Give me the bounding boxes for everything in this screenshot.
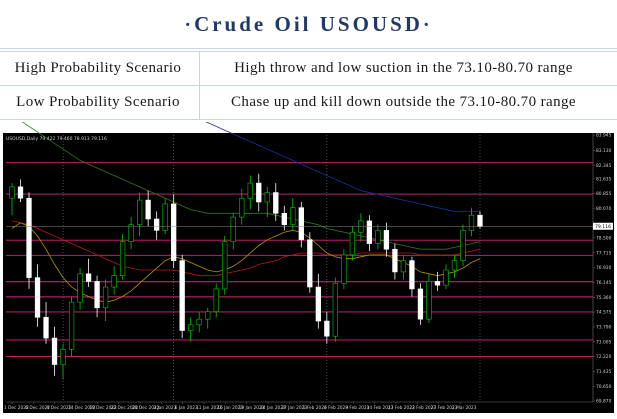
candle-bull xyxy=(188,324,194,331)
candle-bull xyxy=(119,241,126,277)
candle-bull xyxy=(375,230,381,244)
candle-bear xyxy=(17,186,24,199)
title-text: Crude Oil USOUSD xyxy=(194,11,423,36)
title-left-dot: · xyxy=(184,13,195,36)
candle-bull xyxy=(128,224,134,242)
candle-bear xyxy=(34,277,41,318)
candle-bear xyxy=(51,337,58,365)
title-right-dot: · xyxy=(422,13,433,36)
candle-bull xyxy=(264,192,270,203)
candle-bull xyxy=(247,182,253,199)
candle-bull xyxy=(205,311,211,320)
candle-bear xyxy=(85,273,92,282)
candle-bull xyxy=(358,220,364,233)
candle-bull xyxy=(60,349,66,365)
price-label: 78.500 xyxy=(596,236,612,242)
column-divider xyxy=(199,52,200,85)
candle-bear xyxy=(179,260,185,331)
candle-bear xyxy=(324,320,330,337)
price-chart[interactable]: 79.116 83.945 83.130 82.345 81.635 80.855 80.0… xyxy=(0,48,617,415)
column-divider xyxy=(199,86,200,119)
candle-bear xyxy=(315,286,321,322)
candle-bear xyxy=(298,207,304,241)
candle-bull xyxy=(349,231,356,256)
candle-bear xyxy=(256,182,262,203)
candle-bear xyxy=(417,288,424,320)
candle-bull xyxy=(222,241,228,290)
price-label: 73.005 xyxy=(596,339,612,345)
candle-bull xyxy=(213,288,219,312)
date-label: 3 Jan 2023 xyxy=(153,405,176,411)
candle-bear xyxy=(171,203,177,261)
price-label: 80.855 xyxy=(596,191,612,197)
scenario-table: High Probability Scenario High throw and… xyxy=(0,51,617,120)
candle-bull xyxy=(9,186,15,199)
scenario-label-high: High Probability Scenario xyxy=(14,60,182,76)
candle-bull xyxy=(426,281,432,320)
title-bar: ·Crude Oil USOUSD· xyxy=(0,0,617,49)
candle-bear xyxy=(307,239,313,288)
candle-bear xyxy=(94,281,100,309)
price-label: 77.715 xyxy=(596,250,612,256)
candle-bull xyxy=(451,260,458,271)
candle-bear xyxy=(366,220,373,244)
candle-bull xyxy=(290,207,296,225)
current-price-label: 79.116 xyxy=(595,224,611,230)
candle-bear xyxy=(154,218,160,231)
price-label: 75.360 xyxy=(596,295,612,301)
candle-bear xyxy=(477,214,483,227)
candle-bull xyxy=(400,260,407,273)
candle-bear xyxy=(43,316,49,339)
price-label: 81.635 xyxy=(596,176,612,182)
page: ·Crude Oil USOUSD· High Probability Scen… xyxy=(0,0,617,415)
price-label: 74.575 xyxy=(596,310,612,316)
candle-bull xyxy=(68,301,75,350)
price-label: 82.345 xyxy=(596,163,612,169)
symbol-info: USOUSD,Daily 79.422 79.460 78.913 79.116 xyxy=(6,136,107,142)
date-label: 6 Jan 2023 xyxy=(175,405,198,411)
page-title: ·Crude Oil USOUSD· xyxy=(184,12,432,37)
price-label: 70.650 xyxy=(596,384,612,390)
price-label: 72.220 xyxy=(596,354,612,360)
candle-bull xyxy=(239,197,245,218)
scenario-text-low: Chase up and kill down outside the 73.10… xyxy=(231,94,576,110)
candle-bear xyxy=(383,230,390,250)
price-label: 83.945 xyxy=(596,133,612,139)
candle-bull xyxy=(443,269,449,286)
candle-bear xyxy=(409,260,415,290)
candle-bear xyxy=(434,281,441,286)
price-label: 73.790 xyxy=(596,325,612,331)
price-label: 69.870 xyxy=(596,399,612,405)
scenario-label-low: Low Probability Scenario xyxy=(16,94,180,110)
candle-bear xyxy=(26,197,32,278)
scenario-text-high: High throw and low suction in the 73.10-… xyxy=(234,60,573,76)
candle-bear xyxy=(392,248,398,273)
price-label: 83.130 xyxy=(596,148,612,154)
price-label: 76.930 xyxy=(596,265,612,271)
candle-bear xyxy=(281,213,287,225)
candle-bull xyxy=(460,230,466,261)
candle-bull xyxy=(111,275,117,288)
candle-bull xyxy=(77,273,83,303)
price-chart-frame: 79.116 83.945 83.130 82.345 81.635 80.855 80.0… xyxy=(0,48,617,415)
price-label: 76.145 xyxy=(596,280,612,286)
price-label: 71.435 xyxy=(596,369,612,375)
candle-bear xyxy=(273,192,279,214)
candle-bull xyxy=(341,254,347,284)
candle-bull xyxy=(102,286,109,309)
candle-bull xyxy=(136,199,143,225)
scenario-row-low: Low Probability Scenario Chase up and ki… xyxy=(0,86,617,120)
candle-bull xyxy=(230,216,236,242)
candle-bull xyxy=(196,318,202,326)
price-label: 80.070 xyxy=(596,206,612,212)
date-label: 2 Mar 2023 xyxy=(452,405,477,411)
candle-bull xyxy=(468,214,475,231)
scenario-row-high: High Probability Scenario High throw and… xyxy=(0,51,617,86)
candle-bear xyxy=(145,199,151,220)
candle-bull xyxy=(332,282,338,337)
